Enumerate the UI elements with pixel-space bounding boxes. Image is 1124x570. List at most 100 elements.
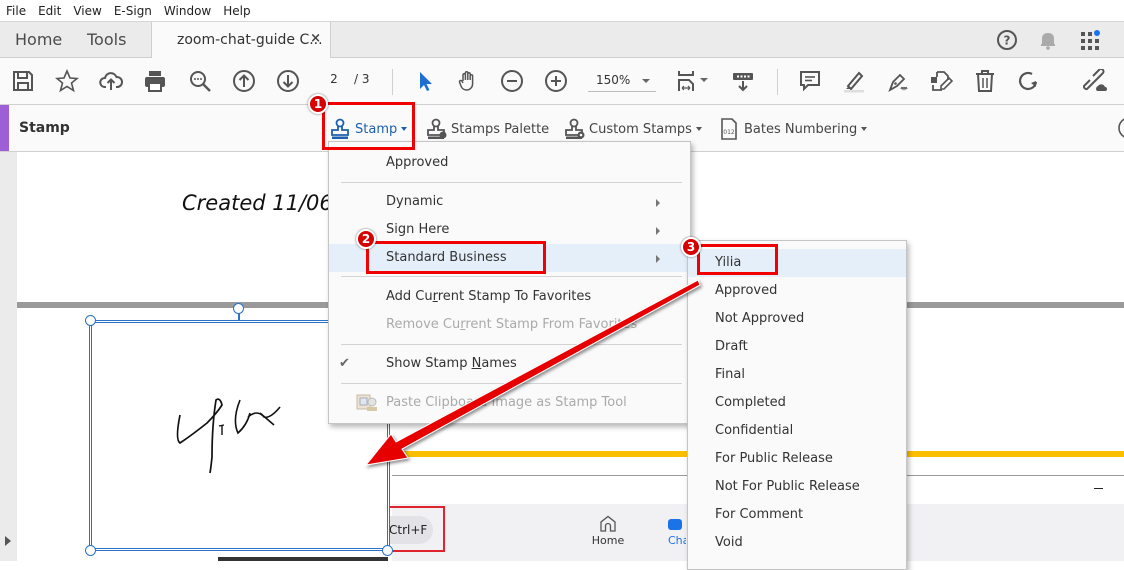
stamps-palette-button[interactable]: Stamps Palette <box>425 117 549 141</box>
select-cursor-icon[interactable] <box>414 69 438 93</box>
stamp-menu-item-dynamic[interactable]: Dynamic <box>329 188 690 216</box>
menu-item-label: For Public Release <box>715 451 833 466</box>
custom-stamps-button[interactable]: Custom Stamps <box>563 117 702 141</box>
menu-item-label: rent Stamp To Favorites <box>437 289 592 304</box>
close-tool-icon[interactable] <box>1117 116 1124 140</box>
zoom-in-icon[interactable] <box>544 69 568 93</box>
submenu-item-not-for-public-release[interactable]: Not For Public Release <box>688 473 906 501</box>
fit-page-icon[interactable] <box>676 69 712 93</box>
edit-pdf-icon[interactable] <box>929 69 954 93</box>
zoom-nav-home-label: Home <box>591 534 625 547</box>
hand-icon[interactable] <box>456 69 480 93</box>
chat-icon <box>668 519 682 530</box>
scroll-mode-icon[interactable] <box>731 69 755 93</box>
submenu-item-final[interactable]: Final <box>688 361 906 389</box>
submenu-item-completed[interactable]: Completed <box>688 389 906 417</box>
resize-handle-bottom-right[interactable] <box>382 545 393 556</box>
bates-numbering-button[interactable]: 012 Bates Numbering <box>718 117 868 141</box>
menu-item-label: Approved <box>386 155 449 170</box>
submenu-item-not-approved[interactable]: Not Approved <box>688 305 906 333</box>
resize-handle-bottom-left[interactable] <box>85 545 96 556</box>
stamp-menu: Approved Dynamic Sign Here Standard Busi… <box>328 141 691 424</box>
annotation-highlight-step3 <box>697 244 778 275</box>
zoom-nav-chat-label: Chat <box>668 534 686 547</box>
chevron-down-icon <box>861 127 868 131</box>
menu-file[interactable]: File <box>6 4 26 18</box>
resize-handle-top-left[interactable] <box>85 315 96 326</box>
apps-grid-icon[interactable] <box>1079 29 1101 51</box>
delete-icon[interactable] <box>973 69 997 93</box>
submenu-item-approved[interactable]: Approved <box>688 277 906 305</box>
menu-help[interactable]: Help <box>223 4 250 18</box>
menu-item-label: Approved <box>715 283 778 298</box>
menu-item-label: Confidential <box>715 423 794 438</box>
menu-item-label: rent Stamp From Favorites <box>465 317 638 332</box>
search-zoom-icon[interactable] <box>188 69 212 93</box>
submenu-item-for-public-release[interactable]: For Public Release <box>688 445 906 473</box>
submenu-item-confidential[interactable]: Confidential <box>688 417 906 445</box>
menu-window[interactable]: Window <box>164 4 211 18</box>
chevron-down-icon <box>642 79 650 83</box>
bookmark-star-icon[interactable] <box>54 68 80 93</box>
save-icon[interactable] <box>11 69 35 93</box>
menu-separator <box>341 383 682 384</box>
menu-view[interactable]: View <box>73 4 101 18</box>
stamp-menu-item-approved[interactable]: Approved <box>329 149 690 177</box>
print-icon[interactable] <box>143 69 167 93</box>
sign-pen-icon[interactable] <box>886 69 910 93</box>
menu-item-label: Dynamic <box>386 194 444 209</box>
close-tab-icon[interactable]: × <box>310 31 321 46</box>
menu-item-label: Sign Here <box>386 222 450 237</box>
zoom-level-value: 150% <box>596 73 631 87</box>
standard-business-submenu: Yilia Approved Not Approved Draft Final … <box>687 240 907 570</box>
highlight-icon[interactable] <box>842 69 866 93</box>
notification-bell-icon[interactable] <box>1037 29 1059 51</box>
expand-panel-icon[interactable] <box>5 536 11 546</box>
menu-esign[interactable]: E-Sign <box>114 4 152 18</box>
rotate-handle-stem <box>238 313 240 321</box>
stamp-menu-item-paste-clipboard: Paste Clipboard Image as Stamp Tool <box>329 389 690 417</box>
tab-tools[interactable]: Tools <box>87 30 126 49</box>
menu-item-label: Paste Clipboard Image as Stamp Tool <box>386 395 627 410</box>
stamp-menu-item-show-names[interactable]: ✔ Show Stamp Names <box>329 350 690 378</box>
menubar: File Edit View E-Sign Window Help <box>0 0 1124 21</box>
page-down-icon[interactable] <box>276 69 300 93</box>
menu-item-label: Show Stamp <box>386 356 472 371</box>
zoom-out-icon[interactable] <box>500 69 524 93</box>
zoom-level-dropdown[interactable]: 150% <box>588 70 656 92</box>
page-up-icon[interactable] <box>232 69 256 93</box>
created-date-text: Created 11/06 <box>182 191 333 215</box>
step-badge-3: 3 <box>681 237 701 257</box>
stamps-palette-label: Stamps Palette <box>451 121 550 137</box>
menu-edit[interactable]: Edit <box>38 4 61 18</box>
checkmark-icon: ✔ <box>339 356 350 371</box>
tab-document[interactable]: zoom-chat-guide C... × <box>151 22 331 59</box>
highlight-box <box>384 506 445 552</box>
signature-image <box>176 398 281 474</box>
stamp-menu-item-remove-favorites: Remove Current Stamp From Favorites <box>329 311 690 339</box>
stamp-menu-item-sign-here[interactable]: Sign Here <box>329 216 690 244</box>
menu-item-label: Void <box>715 535 743 550</box>
document-tab-title: zoom-chat-guide C... <box>177 32 323 48</box>
submenu-item-draft[interactable]: Draft <box>688 333 906 361</box>
bates-numbering-label: Bates Numbering <box>744 121 858 137</box>
menu-separator <box>341 276 682 277</box>
menu-separator <box>341 182 682 183</box>
page-number-input[interactable]: 2 <box>322 72 346 86</box>
rotate-icon[interactable] <box>1017 69 1041 93</box>
upload-cloud-icon[interactable] <box>99 69 124 93</box>
zoom-nav-home: Home <box>588 515 628 547</box>
zoom-nav-chat: Chat <box>668 519 686 547</box>
tab-home[interactable]: Home <box>15 30 62 49</box>
submenu-item-for-comment[interactable]: For Comment <box>688 501 906 529</box>
help-icon[interactable]: ? <box>996 29 1018 51</box>
home-icon <box>600 515 616 532</box>
submenu-item-void[interactable]: Void <box>688 529 906 557</box>
comment-icon[interactable] <box>798 69 822 93</box>
stamp-menu-item-add-favorites[interactable]: Add Current Stamp To Favorites <box>329 283 690 311</box>
bates-numbering-icon: 012 <box>721 118 737 140</box>
menu-item-label: For Comment <box>715 507 804 522</box>
rotate-handle[interactable] <box>233 303 244 314</box>
share-link-icon[interactable] <box>1082 68 1107 93</box>
left-panel-gutter <box>0 152 17 561</box>
